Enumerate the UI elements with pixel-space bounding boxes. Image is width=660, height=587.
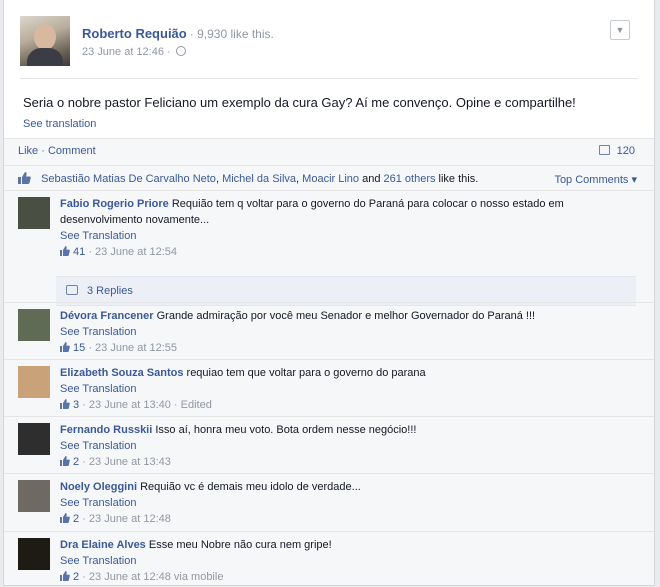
thumbs-up-icon[interactable] xyxy=(60,342,70,352)
comment-meta: 41 · 23 June at 12:54 xyxy=(60,244,634,260)
reply-icon xyxy=(66,285,78,295)
comment-count-value: 120 xyxy=(616,145,635,157)
commenter-name[interactable]: Elizabeth Souza Santos xyxy=(60,367,183,379)
comment-body: Dra Elaine Alves Esse meu Nobre não cura… xyxy=(60,537,634,585)
comment: Elizabeth Souza Santos requiao tem que v… xyxy=(4,359,654,416)
comment-text: Requião vc é demais meu idolo de verdade… xyxy=(140,481,361,493)
comment-text: Isso aí, honra meu voto. Bota ordem ness… xyxy=(155,424,417,436)
comment-meta: 2 · 23 June at 12:48 via mobile xyxy=(60,569,634,585)
header-divider xyxy=(20,78,638,79)
comment-timestamp[interactable]: · 23 June at 13:40 · Edited xyxy=(82,399,212,411)
comment-text: requiao tem que voltar para o governo do… xyxy=(186,367,426,379)
comment-meta: 2 · 23 June at 13:43 xyxy=(60,454,634,470)
comment-meta: 15 · 23 June at 12:55 xyxy=(60,340,634,356)
comment-icon xyxy=(598,145,610,155)
post-meta: 23 June at 12:46 · xyxy=(82,46,186,58)
commenter-avatar[interactable] xyxy=(18,423,50,455)
feedback-section: Like · Comment 120 Sebastião Matias De C… xyxy=(4,138,654,585)
see-translation-link[interactable]: See Translation xyxy=(60,495,634,511)
see-translation-link[interactable]: See Translation xyxy=(60,553,634,569)
comment-body: Fernando Russkii Isso aí, honra meu voto… xyxy=(60,422,634,470)
comment-text: Grande admiração por você meu Senador e … xyxy=(156,310,536,322)
liker-link[interactable]: Sebastião Matias De Carvalho Neto xyxy=(41,173,216,185)
replies-count: 3 Replies xyxy=(87,285,133,297)
action-separator: · xyxy=(41,145,45,157)
commenter-avatar[interactable] xyxy=(18,538,50,570)
comment-meta: 3 · 23 June at 13:40 · Edited xyxy=(60,397,634,413)
commenter-name[interactable]: Fernando Russkii xyxy=(60,424,152,436)
commenter-avatar[interactable] xyxy=(18,197,50,229)
comment: Fernando Russkii Isso aí, honra meu voto… xyxy=(4,416,654,473)
comment-timestamp[interactable]: · 23 June at 13:43 xyxy=(82,456,171,468)
liker-link[interactable]: Moacir Lino xyxy=(302,173,359,185)
page-like-count: · 9,930 like this. xyxy=(189,27,274,41)
comment-like-count[interactable]: 15 xyxy=(73,342,85,354)
comment-text: Esse meu Nobre não cura nem gripe! xyxy=(148,539,332,551)
comment-meta: 2 · 23 June at 12:48 xyxy=(60,511,634,527)
facebook-post: Roberto Requião · 9,930 like this. 23 Ju… xyxy=(3,0,655,586)
comment: Fabio Rogerio Priore Requião tem q volta… xyxy=(4,190,654,306)
post-text: Seria o nobre pastor Feliciano um exempl… xyxy=(23,95,576,110)
comment-body: Elizabeth Souza Santos requiao tem que v… xyxy=(60,365,634,413)
see-translation-link[interactable]: See Translation xyxy=(60,228,634,244)
chevron-down-icon: ▼ xyxy=(615,25,625,35)
top-comments-dropdown[interactable]: Top Comments ▾ xyxy=(554,173,637,186)
comment-timestamp[interactable]: · 23 June at 12:54 xyxy=(88,246,177,258)
post-options-button[interactable]: ▼ xyxy=(610,20,630,40)
post-actions: Like · Comment xyxy=(18,145,96,157)
post-timestamp[interactable]: 23 June at 12:46 · xyxy=(82,46,171,58)
comment: Dévora Francener Grande admiração por vo… xyxy=(4,302,654,359)
and-text: and xyxy=(359,173,384,185)
author-line: Roberto Requião · 9,930 like this. xyxy=(82,26,274,41)
comment-timestamp[interactable]: · 23 June at 12:55 xyxy=(88,342,177,354)
comment: Dra Elaine Alves Esse meu Nobre não cura… xyxy=(4,531,654,587)
see-translation-link[interactable]: See translation xyxy=(23,118,96,130)
comment-like-count[interactable]: 41 xyxy=(73,246,85,258)
commenter-avatar[interactable] xyxy=(18,309,50,341)
like-suffix: like this. xyxy=(435,173,479,185)
thumbs-up-icon[interactable] xyxy=(60,513,70,523)
commenter-avatar[interactable] xyxy=(18,366,50,398)
others-link[interactable]: 261 others xyxy=(384,173,436,185)
post-header: Roberto Requião · 9,930 like this. 23 Ju… xyxy=(20,16,638,76)
comment-body: Dévora Francener Grande admiração por vo… xyxy=(60,308,634,356)
comment-like-count[interactable]: 3 xyxy=(73,399,79,411)
globe-icon xyxy=(175,46,186,56)
comment-timestamp[interactable]: · 23 June at 12:48 xyxy=(82,513,171,525)
see-translation-link[interactable]: See Translation xyxy=(60,381,634,397)
thumbs-up-icon[interactable] xyxy=(60,246,70,256)
comment-count[interactable]: 120 xyxy=(598,145,635,157)
commenter-name[interactable]: Fabio Rogerio Priore xyxy=(60,198,169,210)
see-translation-link[interactable]: See Translation xyxy=(60,324,634,340)
thumbs-up-icon[interactable] xyxy=(60,571,70,581)
see-translation-link[interactable]: See Translation xyxy=(60,438,634,454)
comment-timestamp[interactable]: · 23 June at 12:48 via mobile xyxy=(82,571,223,583)
commenter-name[interactable]: Dra Elaine Alves xyxy=(60,539,146,551)
comment-like-count[interactable]: 2 xyxy=(73,456,79,468)
comment-body: Fabio Rogerio Priore Requião tem q volta… xyxy=(60,196,634,260)
comment-button[interactable]: Comment xyxy=(48,145,96,157)
author-name[interactable]: Roberto Requião xyxy=(82,26,187,41)
thumbs-up-icon[interactable] xyxy=(60,456,70,466)
author-avatar[interactable] xyxy=(20,16,70,66)
like-button[interactable]: Like xyxy=(18,145,38,157)
comment-like-count[interactable]: 2 xyxy=(73,571,79,583)
comment-like-count[interactable]: 2 xyxy=(73,513,79,525)
commenter-name[interactable]: Dévora Francener xyxy=(60,310,154,322)
comment-body: Noely Oleggini Requião vc é demais meu i… xyxy=(60,479,634,527)
liker-link[interactable]: Michel da Silva xyxy=(222,173,296,185)
thumbs-up-icon[interactable] xyxy=(60,399,70,409)
commenter-avatar[interactable] xyxy=(18,480,50,512)
comment: Noely Oleggini Requião vc é demais meu i… xyxy=(4,473,654,531)
commenter-name[interactable]: Noely Oleggini xyxy=(60,481,137,493)
likes-summary: Sebastião Matias De Carvalho Neto, Miche… xyxy=(4,165,654,190)
thumbs-up-icon xyxy=(18,172,31,184)
